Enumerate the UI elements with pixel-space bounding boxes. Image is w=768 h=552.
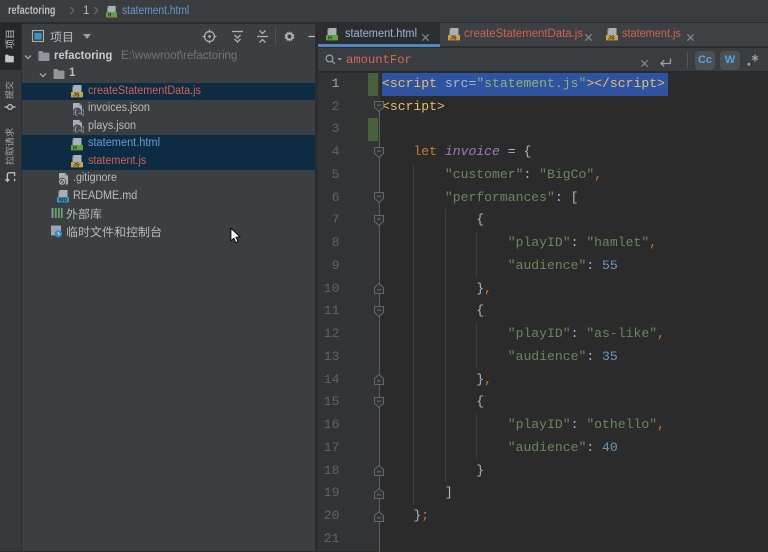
svg-text:JS: JS xyxy=(608,36,615,41)
svg-text:{…}: {…} xyxy=(74,126,84,133)
svg-text:H: H xyxy=(328,36,332,41)
svg-text:H: H xyxy=(108,13,112,18)
svg-text:{…}: {…} xyxy=(74,109,84,116)
svg-text:JS: JS xyxy=(73,163,80,168)
svg-text:JS: JS xyxy=(73,93,80,98)
svg-text:MD: MD xyxy=(59,198,67,203)
svg-text:JS: JS xyxy=(450,36,457,41)
svg-text:H: H xyxy=(73,145,77,150)
